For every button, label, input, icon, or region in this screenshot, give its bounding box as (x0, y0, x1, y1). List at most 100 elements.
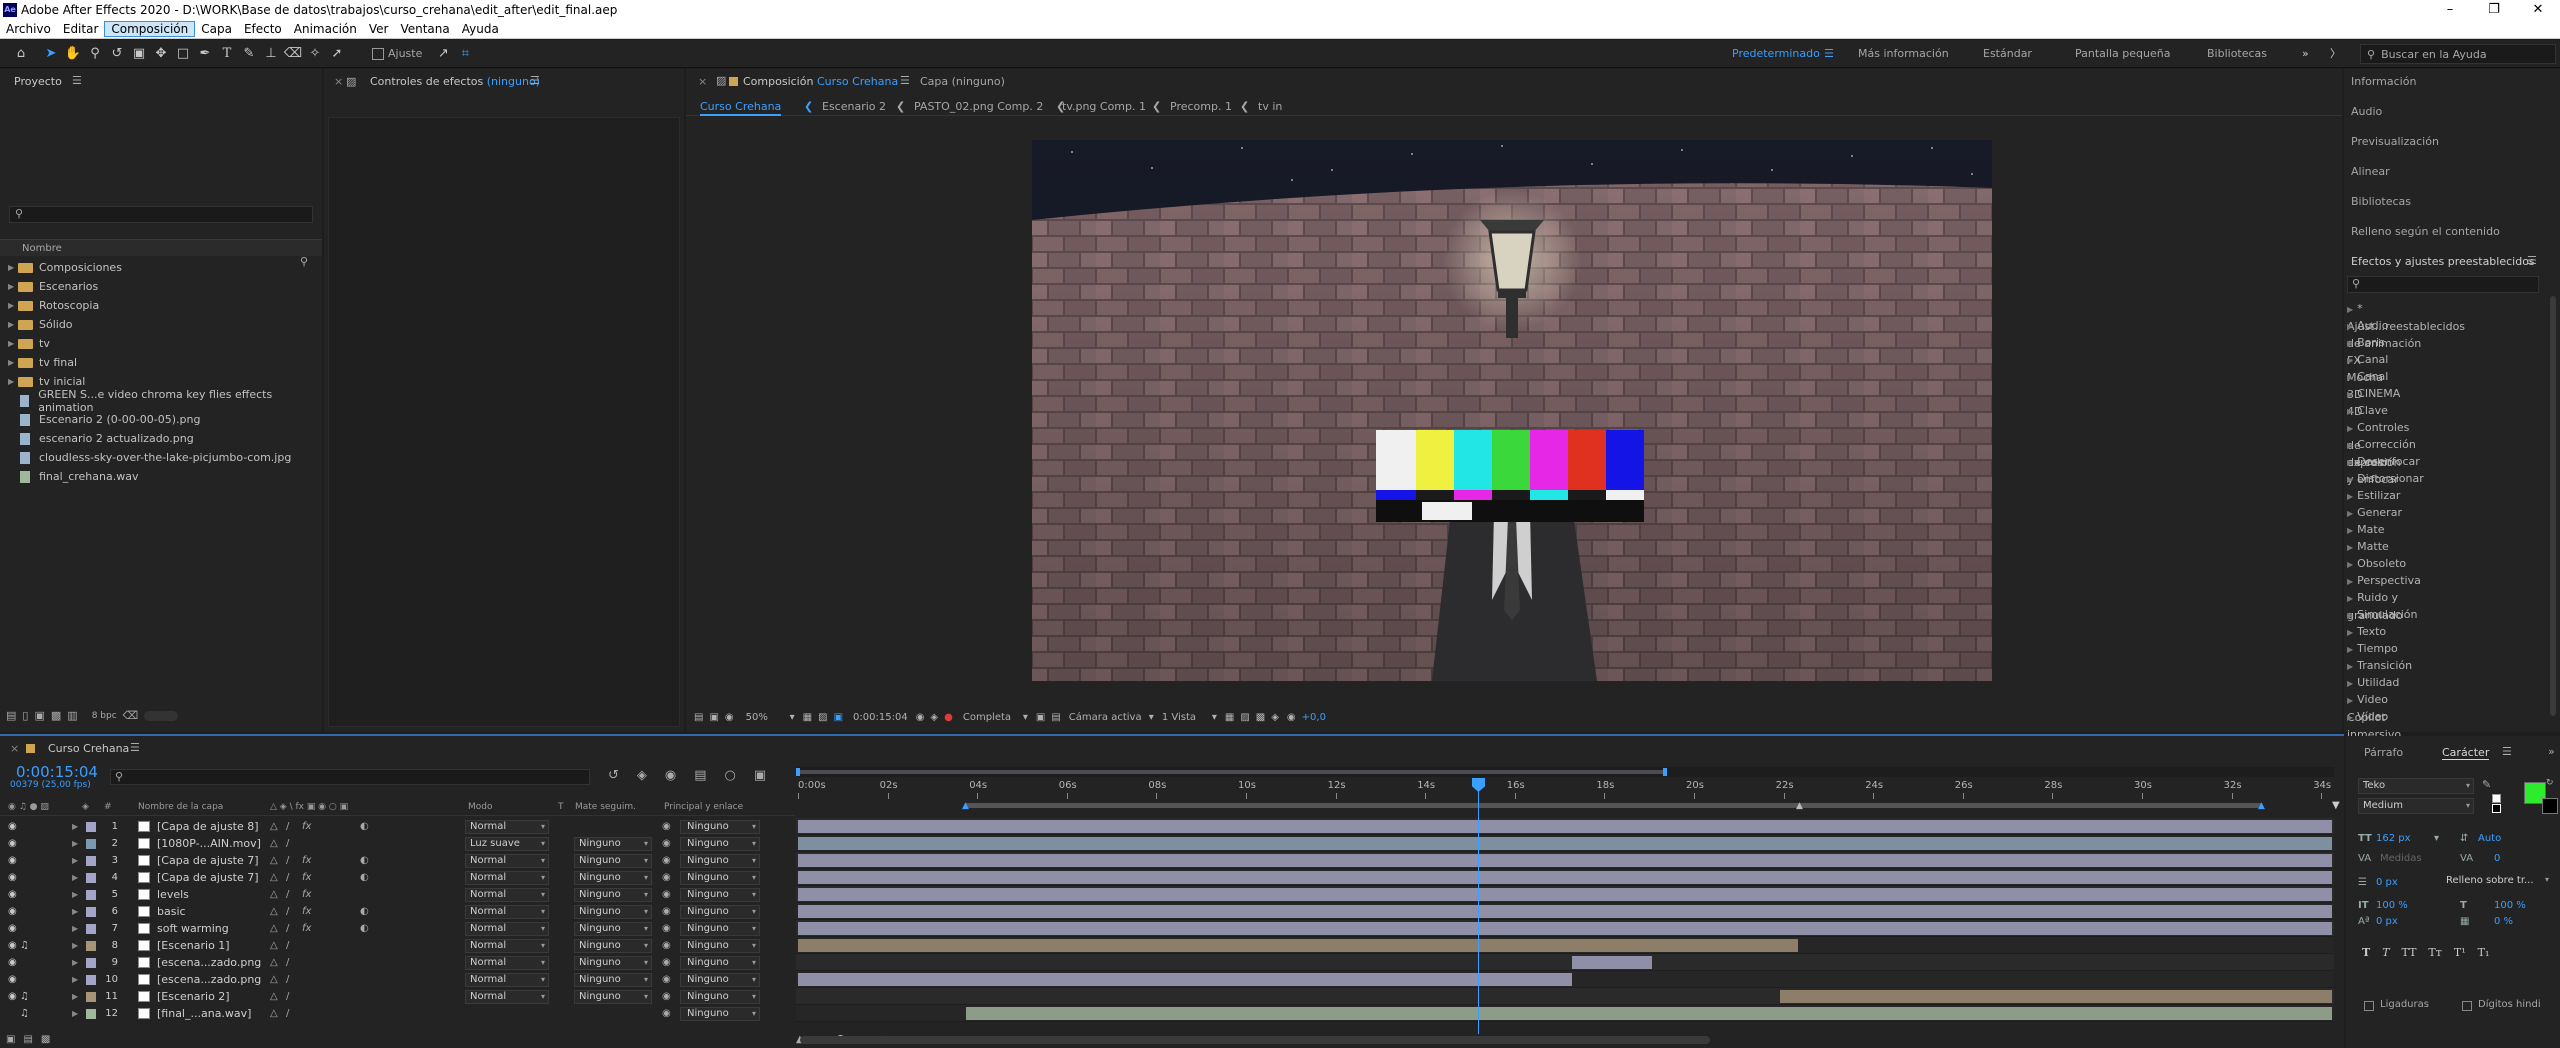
audio-speaker-icon[interactable]: ♫ (20, 991, 29, 1002)
snap-checkbox[interactable] (372, 47, 384, 60)
layer-duration-bar[interactable] (798, 973, 1572, 986)
zoom-select[interactable]: 50% (746, 712, 790, 723)
font-family-select[interactable]: Teko ▾ (2358, 778, 2474, 794)
parent-select[interactable]: Ninguno ▾ (680, 904, 760, 919)
project-folder[interactable]: ▶ Composiciones (8, 258, 308, 277)
more-panels-icon[interactable]: » (2548, 745, 2555, 758)
parent-select[interactable]: Ninguno ▾ (680, 938, 760, 953)
exposure-icon[interactable]: ◉ (1287, 712, 1296, 723)
parent-select[interactable]: Ninguno ▾ (680, 1006, 760, 1021)
layer-duration-bar[interactable] (798, 905, 2332, 918)
parent-pickwhip-icon[interactable]: ◉ (662, 906, 671, 917)
flowchart-icon[interactable]: ⚲ (300, 255, 308, 268)
layer-name[interactable]: [Capa de ajuste 7] (157, 854, 262, 867)
menu-composicion[interactable]: Composición (104, 20, 196, 37)
layer-row[interactable]: ◉ ▶ 4 [Capa de ajuste 7] △ / fx ◐ Normal ▾ Ninguno… (0, 869, 795, 886)
track-matte-select[interactable]: Ninguno ▾ (574, 870, 652, 885)
rotate-tool-icon[interactable]: ↺ (106, 43, 128, 65)
new-composition-icon[interactable]: ▣ (34, 709, 44, 722)
roi-icon[interactable]: ▣ (834, 712, 843, 723)
adjustment-layer-icon[interactable]: ◐ (360, 855, 369, 866)
project-title[interactable]: Proyecto (14, 75, 62, 88)
track-matte-select[interactable]: Ninguno ▾ (574, 938, 652, 953)
parent-pickwhip-icon[interactable]: ◉ (662, 974, 671, 985)
pen-tool-icon[interactable]: ✒ (194, 43, 216, 65)
home-icon[interactable]: ⌂ (10, 43, 32, 65)
parent-pickwhip-icon[interactable]: ◉ (662, 855, 671, 866)
shy-switch-icon[interactable]: △ (270, 838, 278, 849)
layer-name[interactable]: [final_...ana.wav] (157, 1007, 262, 1020)
parent-pickwhip-icon[interactable]: ◉ (662, 991, 671, 1002)
expand-layer-icon[interactable]: ▶ (72, 941, 78, 950)
white-swatch[interactable] (2492, 794, 2501, 803)
horizontal-scale-value[interactable]: 100 % (2494, 900, 2526, 911)
expand-layer-icon[interactable]: ▶ (72, 822, 78, 831)
project-file[interactable]: escenario 2 actualizado.png (8, 429, 308, 448)
expand-layer-icon[interactable]: ▶ (72, 924, 78, 933)
adjust-settings-icon[interactable]: ▩ (51, 709, 61, 722)
quality-switch-icon[interactable]: / (286, 940, 289, 951)
layer-row[interactable]: ◉ ▶ 2 [1080P-...AIN.mov] △ / Luz suave ▾ Ninguno… (0, 835, 795, 852)
menu-archivo[interactable]: Archivo (0, 22, 57, 36)
panel-previsualizacion[interactable]: Previsualización (2351, 127, 2439, 157)
project-column-header[interactable]: Nombre (0, 239, 322, 256)
leading-value[interactable]: Auto (2478, 833, 2501, 844)
track-matte-select[interactable]: Ninguno ▾ (574, 904, 652, 919)
visibility-eye-icon[interactable]: ◉ (8, 821, 17, 832)
visibility-eye-icon[interactable]: ◉ (8, 974, 17, 985)
tsume-value[interactable]: 0 % (2494, 916, 2513, 927)
resolution-select[interactable]: Completa (963, 712, 1023, 723)
mask-visibility-icon[interactable]: ◉ (725, 712, 734, 723)
tab-parrafo[interactable]: Párrafo (2364, 746, 2403, 759)
expand-layer-icon[interactable]: ▶ (72, 1009, 78, 1018)
effects-category[interactable]: ▶ Controles de expresión (2347, 419, 2409, 469)
work-area-end-icon[interactable]: ▲ (2258, 801, 2265, 811)
workspace-sync-icon[interactable]: 〉 (2330, 40, 2341, 68)
track-matte-select[interactable]: Ninguno ▾ (574, 853, 652, 868)
navigator-bar[interactable] (796, 770, 1667, 774)
effects-category[interactable]: ▶ Simulación (2347, 606, 2417, 623)
expand-layer-icon[interactable]: ▶ (72, 839, 78, 848)
toggle-pixel-icon[interactable]: ▦ (1225, 712, 1234, 723)
fx-switch-icon[interactable]: fx (302, 855, 311, 866)
brush-tool-icon[interactable]: ✎ (238, 43, 260, 65)
layer-name[interactable]: [Escenario 1] (157, 939, 262, 952)
layer-search-input[interactable]: ⚲ (110, 769, 590, 785)
effects-category[interactable]: ▶ Boris FX Mocha (2347, 334, 2385, 384)
parent-select[interactable]: Ninguno ▾ (680, 870, 760, 885)
parent-select[interactable]: Ninguno ▾ (680, 836, 760, 851)
faux-bold-icon[interactable]: T (2362, 946, 2370, 959)
panel-menu-icon[interactable]: ☰ (2502, 745, 2512, 758)
quality-switch-icon[interactable]: / (286, 855, 289, 866)
breadcrumb-item[interactable]: Escenario 2 (822, 100, 886, 113)
menu-ventana[interactable]: Ventana (394, 22, 455, 36)
zoom-tool-icon[interactable]: ⚲ (84, 43, 106, 65)
visibility-eye-icon[interactable]: ◉ (8, 940, 17, 951)
parent-pickwhip-icon[interactable]: ◉ (662, 872, 671, 883)
parent-select[interactable]: Ninguno ▾ (680, 887, 760, 902)
parent-select[interactable]: Ninguno ▾ (680, 819, 760, 834)
views-select[interactable]: 1 Vista (1162, 712, 1212, 723)
shy-switch-icon[interactable]: △ (270, 974, 278, 985)
layer-row[interactable]: ◉ ▶ 9 [escena...zado.png] △ / Normal ▾ Ninguno ▾ ◉… (0, 954, 795, 971)
effects-category[interactable]: ▶ Audio (2347, 317, 2388, 334)
shy-switch-icon[interactable]: △ (270, 889, 278, 900)
blend-mode-select[interactable]: Normal ▾ (465, 955, 549, 970)
track-matte-select[interactable]: Ninguno ▾ (574, 955, 652, 970)
panel-informacion[interactable]: Información (2351, 67, 2416, 97)
label-color-swatch[interactable] (86, 821, 96, 832)
small-caps-icon[interactable]: Tт (2428, 946, 2441, 959)
project-file[interactable]: Escenario 2 (0-00-00-05).png (8, 410, 308, 429)
adjustment-layer-icon[interactable]: ◐ (360, 872, 369, 883)
timeline-icon[interactable]: ▩ (1256, 712, 1265, 723)
effects-category[interactable]: ▶ Ruido y granulado (2347, 589, 2403, 622)
baseline-shift-value[interactable]: 0 px (2376, 916, 2398, 927)
close-tab-icon[interactable]: × (334, 75, 343, 88)
effects-category[interactable]: ▶ Generar (2347, 504, 2402, 521)
track-matte-select[interactable]: Ninguno ▾ (574, 972, 652, 987)
show-snapshot-icon[interactable]: ◈ (930, 712, 938, 723)
fx-switch-icon[interactable]: fx (302, 889, 311, 900)
quality-switch-icon[interactable]: / (286, 923, 289, 934)
viewer-time[interactable]: 0:00:15:04 (853, 712, 908, 723)
blend-mode-select[interactable]: Normal ▾ (465, 921, 549, 936)
